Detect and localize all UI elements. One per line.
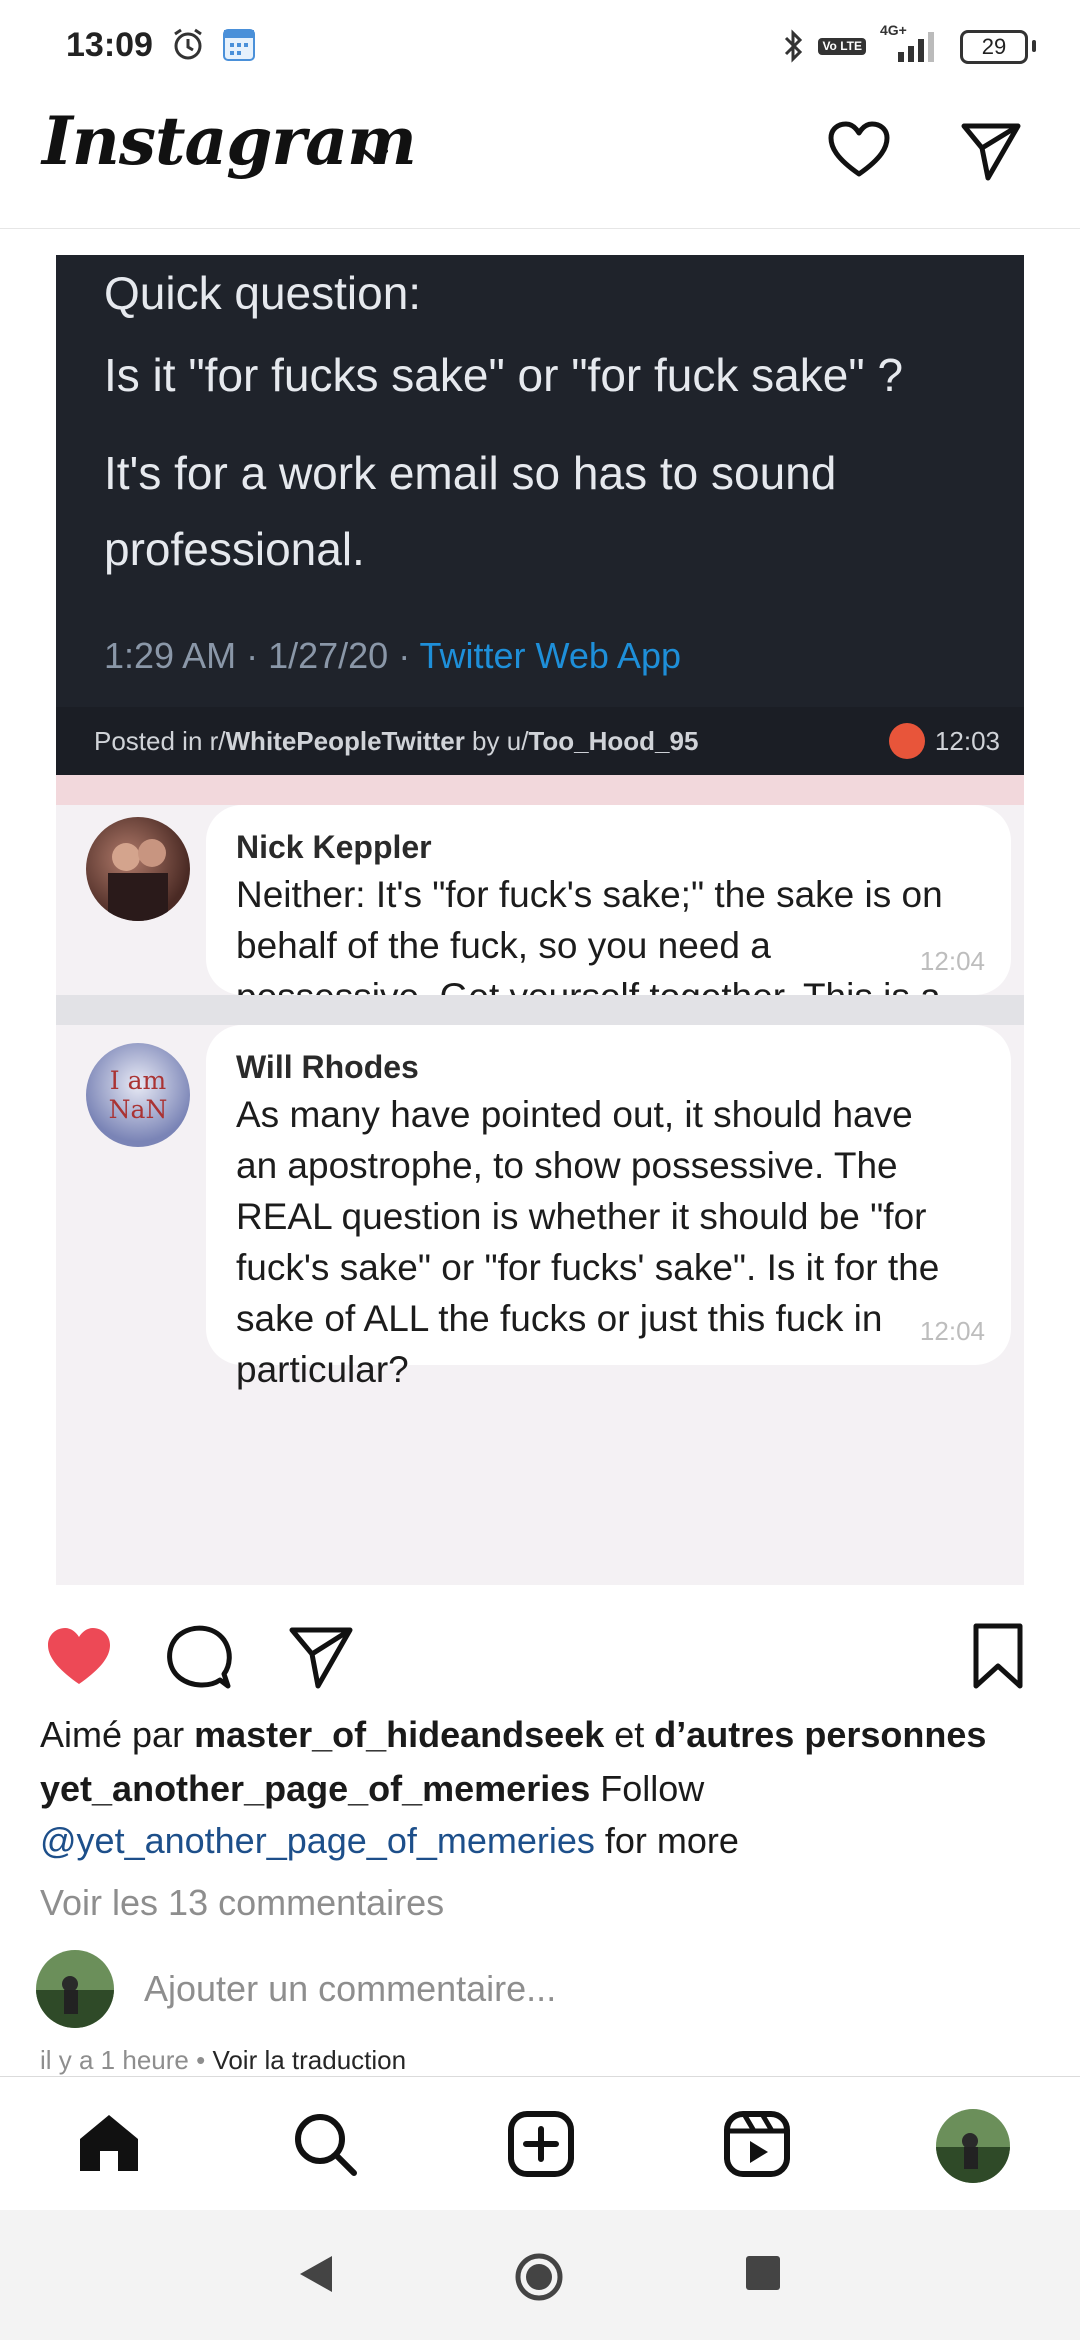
avatar bbox=[86, 817, 190, 921]
reddit-icon bbox=[888, 723, 925, 759]
likes-line: Aimé par master_of_hideandseek et d’autr… bbox=[40, 1714, 1050, 1756]
message-time: 12:04 bbox=[919, 1316, 985, 1346]
divider-band bbox=[56, 775, 1024, 805]
signal-icon: 4G+ bbox=[880, 22, 940, 64]
view-comments-link[interactable]: Voir les 13 commentaires bbox=[40, 1882, 1050, 1924]
liked-mid: et bbox=[604, 1714, 655, 1755]
create-icon[interactable] bbox=[506, 2109, 576, 2179]
status-time: 13:09 bbox=[66, 26, 153, 64]
home-icon[interactable] bbox=[74, 2109, 144, 2179]
profile-avatar[interactable] bbox=[936, 2109, 1010, 2183]
caption-follow: Follow bbox=[590, 1768, 705, 1809]
tweet-line: It's for a work email so has to sound bbox=[104, 447, 837, 499]
alarm-icon bbox=[174, 28, 202, 60]
separator-dot: • bbox=[188, 2045, 213, 2075]
post-time: il y a 1 heure • Voir la traduction bbox=[40, 2045, 406, 2076]
message-author: Will Rhodes bbox=[236, 1049, 419, 1085]
caption-mention[interactable]: @yet_another_page_of_memeries bbox=[40, 1820, 595, 1861]
add-comment-row[interactable]: Ajouter un commentaire... bbox=[36, 1950, 1046, 2030]
message-author: Nick Keppler bbox=[236, 829, 432, 865]
posted-prefix: Posted in r/ bbox=[94, 726, 226, 756]
volte-icon: Vo LTE bbox=[818, 37, 866, 55]
app-header: Instagram bbox=[0, 92, 1080, 229]
caption-line: yet_another_page_of_memeries Follow bbox=[40, 1768, 1050, 1810]
bookmark-icon[interactable] bbox=[968, 1622, 1028, 1692]
status-bar: 13:09 Vo LTE 4G+ 29 bbox=[0, 0, 1080, 92]
tweet-timestamp: 1:29 AM · 1/27/20 · bbox=[104, 635, 420, 676]
divider-band bbox=[56, 995, 1024, 1025]
message-bubble: Will Rhodes As many have pointed out, it… bbox=[206, 1025, 1011, 1390]
back-button[interactable] bbox=[296, 2252, 336, 2296]
posted-time: 12:03 bbox=[888, 707, 1000, 775]
posted-time-value: 12:03 bbox=[934, 726, 1000, 756]
instagram-logo[interactable]: Instagram bbox=[42, 102, 417, 180]
heart-filled-icon[interactable] bbox=[44, 1624, 114, 1688]
tweet-meta: 1:29 AM · 1/27/20 · Twitter Web App bbox=[104, 635, 681, 677]
bluetooth-icon bbox=[785, 29, 803, 63]
reddit-posted-bar: Posted in r/WhitePeopleTwitter by u/Too_… bbox=[56, 707, 1024, 775]
chevron-down-icon[interactable] bbox=[360, 146, 390, 166]
battery-icon: 29 bbox=[960, 30, 1036, 64]
liked-prefix: Aimé par bbox=[40, 1714, 195, 1755]
send-icon[interactable] bbox=[958, 118, 1024, 184]
tweet-screenshot: Quick question: Is it "for fucks sake" o… bbox=[56, 255, 1024, 775]
see-translation-link[interactable]: Voir la traduction bbox=[212, 2045, 406, 2075]
message-bubble: Nick Keppler Neither: It's "for fuck's s… bbox=[206, 805, 1011, 1068]
share-icon[interactable] bbox=[286, 1622, 356, 1692]
tweet-line: professional. bbox=[104, 523, 365, 575]
comment-input[interactable]: Ajouter un commentaire... bbox=[144, 1968, 556, 2010]
reddit-username: Too_Hood_95 bbox=[528, 726, 699, 756]
posted-text: Posted in r/WhitePeopleTwitter by u/Too_… bbox=[94, 707, 698, 775]
posted-by: by u/ bbox=[464, 726, 529, 756]
subreddit: WhitePeopleTwitter bbox=[225, 726, 465, 756]
liked-user[interactable]: master_of_hideandseek bbox=[194, 1714, 604, 1755]
tweet-line: Is it "for fucks sake" or "for fuck sake… bbox=[104, 349, 904, 401]
post-actions bbox=[0, 1590, 1080, 1710]
calendar-icon bbox=[223, 29, 255, 61]
system-nav-bar bbox=[0, 2210, 1080, 2340]
status-icons: Vo LTE 4G+ bbox=[782, 22, 940, 66]
avatar-text: I am NaN bbox=[108, 1066, 168, 1124]
current-user-avatar bbox=[36, 1950, 114, 2028]
caption-rest: for more bbox=[594, 1820, 739, 1861]
message-text: As many have pointed out, it should have… bbox=[236, 1094, 940, 1390]
liked-others[interactable]: d’autres personnes bbox=[654, 1714, 986, 1755]
reels-icon[interactable] bbox=[722, 2109, 792, 2179]
battery-level: 29 bbox=[960, 30, 1028, 64]
message-time: 12:04 bbox=[919, 946, 985, 976]
post-image[interactable]: Quick question: Is it "for fucks sake" o… bbox=[0, 255, 1080, 1585]
caption-line-2: @yet_another_page_of_memeries for more bbox=[40, 1820, 1050, 1862]
recents-button[interactable] bbox=[746, 2256, 780, 2290]
home-button[interactable] bbox=[514, 2252, 564, 2302]
comment-icon[interactable] bbox=[164, 1622, 234, 1692]
bottom-nav bbox=[0, 2076, 1080, 2211]
time-ago: il y a 1 heure bbox=[40, 2045, 189, 2075]
tweet-source: Twitter Web App bbox=[419, 635, 681, 676]
chat-message: I am NaN Will Rhodes As many have pointe… bbox=[56, 1025, 1024, 1585]
post-author[interactable]: yet_another_page_of_memeries bbox=[40, 1768, 590, 1809]
search-icon[interactable] bbox=[290, 2109, 360, 2179]
heart-icon[interactable] bbox=[826, 118, 892, 184]
tweet-line: Quick question: bbox=[104, 267, 422, 319]
avatar: I am NaN bbox=[86, 1043, 190, 1147]
